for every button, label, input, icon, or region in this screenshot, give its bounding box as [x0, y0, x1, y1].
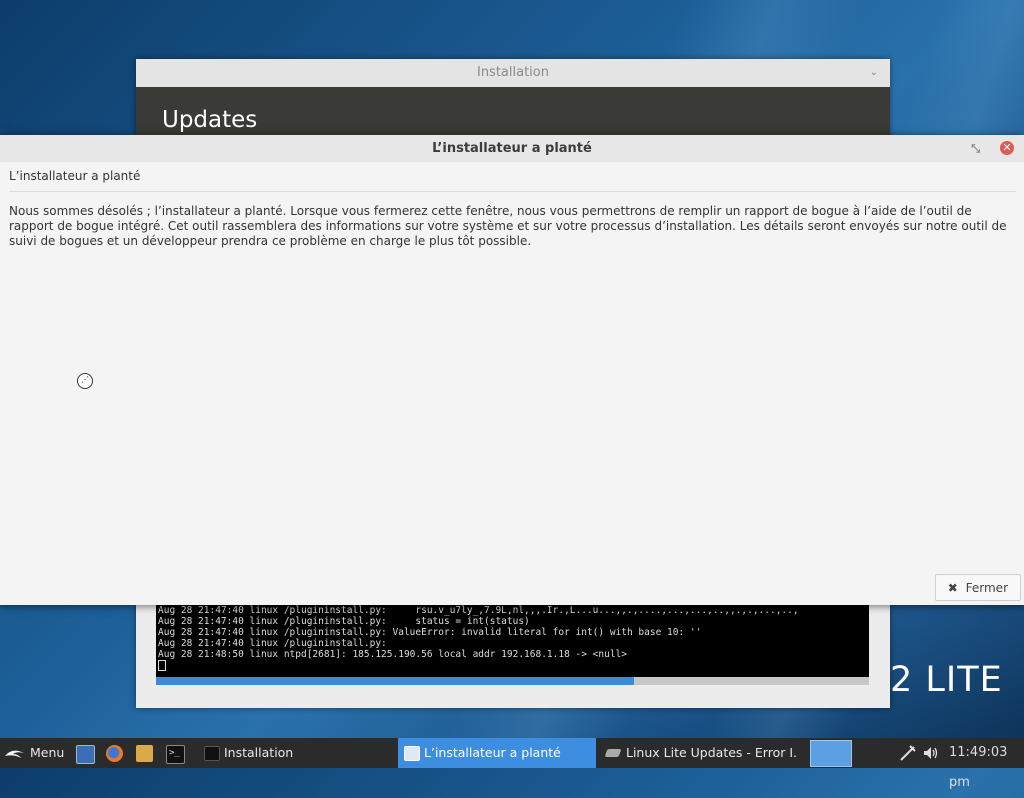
desktop-icon[interactable] — [76, 745, 95, 764]
crash-dialog: L’installateur a planté ⤡ ✕ L’installate… — [0, 135, 1024, 605]
files-icon[interactable] — [136, 745, 153, 762]
crash-dialog-title: L’installateur a planté — [432, 141, 592, 156]
terminal-line: Aug 28 21:47:40 linux /plugininstall.py:… — [158, 605, 799, 616]
fermer-button[interactable]: ✖ Fermer — [934, 574, 1021, 601]
install-progress-fill — [156, 677, 634, 685]
terminal-line: Aug 28 21:47:40 linux /plugininstall.py:… — [158, 627, 702, 638]
crash-dialog-titlebar[interactable]: L’installateur a planté ⤡ ✕ — [0, 135, 1024, 162]
network-icon[interactable] — [898, 738, 920, 768]
terminal-log: Aug 28 21:47:40 linux /plugininstall.py:… — [156, 605, 869, 677]
installer-title: Installation — [476, 65, 549, 80]
install-progress-bar — [156, 677, 869, 685]
task-label: Installation — [224, 745, 294, 760]
task-crash-dialog[interactable]: L’installateur a planté — [398, 738, 596, 768]
crash-dialog-message: Nous sommes désolés ; l’installateur a p… — [9, 204, 1007, 248]
menu-button[interactable]: Menu — [4, 738, 64, 768]
close-button-icon: ✖ — [947, 581, 958, 595]
busy-cursor-icon: ⋰ — [77, 373, 93, 389]
wallpaper-brand-text: 2 LITE — [890, 660, 1003, 700]
installer-titlebar[interactable]: Installation ⌄ — [136, 59, 890, 87]
task-label: L’installateur a planté — [424, 745, 561, 760]
task-label: Linux Lite Updates - Error I... — [626, 745, 796, 760]
fermer-button-label: Fermer — [965, 581, 1008, 595]
firefox-icon[interactable] — [106, 745, 123, 762]
task-updates-error[interactable]: Linux Lite Updates - Error I... — [600, 738, 796, 768]
task-installation[interactable]: Installation — [198, 738, 394, 768]
taskbar: Menu >_ Installation L’installateur a pl… — [0, 738, 1024, 790]
crash-dialog-subtitle: L’installateur a planté — [9, 169, 1016, 192]
minimize-icon[interactable]: ⌄ — [870, 59, 878, 87]
installer-task-icon — [204, 746, 220, 761]
window-task-icon — [404, 746, 420, 761]
terminal-line: Aug 28 21:47:40 linux /plugininstall.py:… — [158, 616, 530, 627]
terminal-line: Aug 28 21:47:40 linux /plugininstall.py: — [158, 638, 387, 649]
menu-label: Menu — [30, 745, 65, 760]
updates-task-icon — [604, 749, 622, 757]
close-icon[interactable]: ✕ — [1000, 141, 1014, 155]
installer-heading: Updates — [136, 87, 890, 135]
terminal-cursor — [158, 660, 166, 671]
terminal-line: Aug 28 21:48:50 linux ntpd[2681]: 185.12… — [158, 649, 627, 660]
volume-icon[interactable] — [922, 738, 942, 768]
terminal-icon[interactable]: >_ — [166, 745, 185, 764]
clock[interactable]: 11:49:03 pm — [949, 738, 1024, 790]
restore-icon[interactable]: ⤡ — [971, 135, 980, 162]
workspace-pager[interactable] — [810, 740, 852, 767]
linux-lite-logo-icon — [5, 750, 24, 758]
